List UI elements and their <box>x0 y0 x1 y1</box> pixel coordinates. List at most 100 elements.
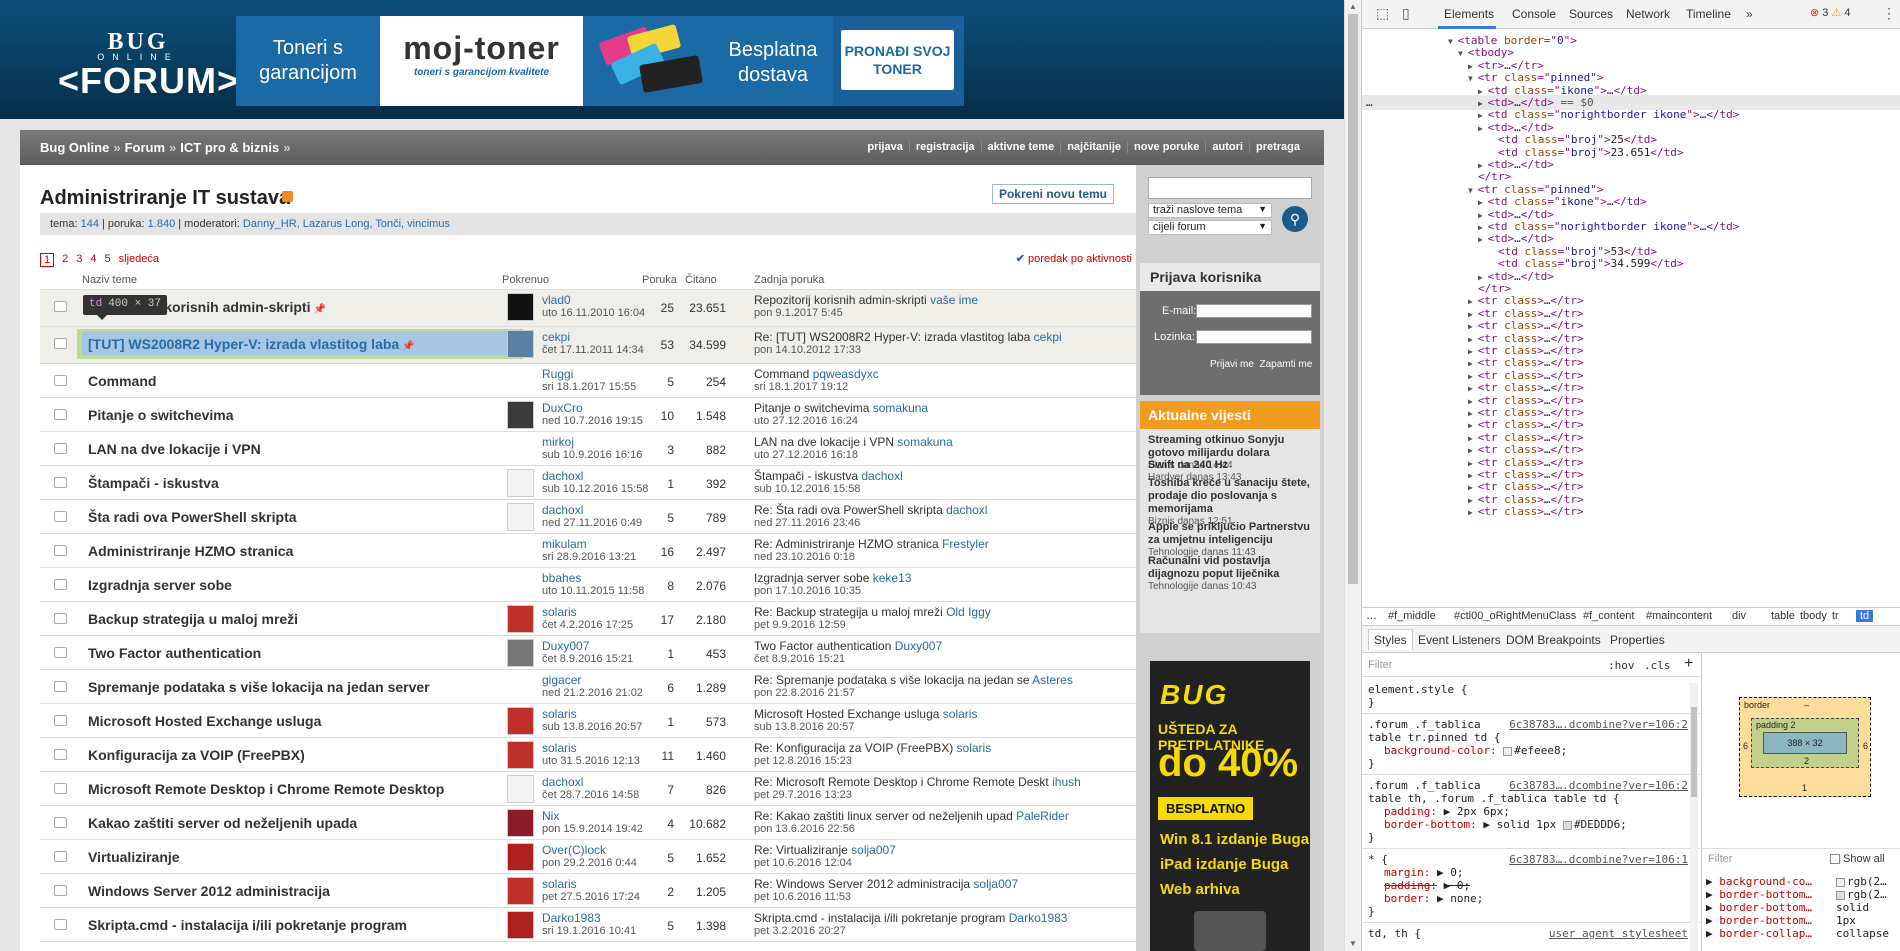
css-property[interactable]: padding: <box>1384 879 1437 892</box>
breadcrumb-bug-online[interactable]: Bug Online <box>40 140 109 155</box>
last-post[interactable]: Two Factor authentication Duxy007 <box>754 639 1134 653</box>
topic-title[interactable]: Virtualiziranje <box>88 849 180 865</box>
news-headline[interactable]: Toshiba kreće u sanaciju štete, prodaje … <box>1148 477 1316 516</box>
css-value[interactable]: #efeee8; <box>1514 744 1567 757</box>
color-swatch[interactable] <box>1562 820 1572 830</box>
topic-author[interactable]: dachoxl <box>542 503 583 517</box>
computed-property[interactable]: ▶ border-bottom… solid <box>1706 901 1900 915</box>
search-forum-select[interactable]: cijeli forum ▼ <box>1148 220 1272 235</box>
last-post-user[interactable]: pqweasdyxc <box>813 367 879 381</box>
avatar[interactable] <box>507 503 534 531</box>
show-all-checkbox[interactable]: Show all <box>1830 853 1885 865</box>
css-declaration[interactable]: border-bottom: ▶ solid 1px #DEDDD6; <box>1368 818 1698 832</box>
crumb-maincontent[interactable]: #maincontent <box>1646 610 1712 622</box>
avatar[interactable] <box>507 330 534 358</box>
tab-timeline[interactable]: Timeline <box>1686 7 1731 21</box>
expand-right-icon[interactable]: ▶ <box>1706 888 1719 901</box>
toner-ad-banner[interactable]: Toneri s garancijom moj-toner toneri s g… <box>236 16 964 106</box>
topic-title[interactable]: Kakao zaštiti server od neželjenih upada <box>88 815 357 831</box>
css-selector[interactable]: td, th {user agent stylesheet <box>1368 927 1698 941</box>
styles-scroll-thumb[interactable] <box>1691 707 1697 797</box>
tab-event-listeners[interactable]: Event Listeners <box>1418 633 1501 647</box>
css-property[interactable]: margin: <box>1384 866 1430 879</box>
css-selector[interactable]: } <box>1368 757 1698 771</box>
css-value[interactable]: ▶ none; <box>1437 892 1483 905</box>
css-declaration[interactable]: margin: ▶ 0; <box>1368 866 1698 880</box>
news-headline[interactable]: Streaming otkinuo Sonyju gotovo milijard… <box>1148 434 1316 460</box>
expand-right-icon[interactable]: ▶ <box>1468 508 1478 517</box>
css-source-link[interactable]: user agent stylesheet <box>1549 927 1688 941</box>
css-selector[interactable]: table tr.pinned td { <box>1368 731 1698 745</box>
hover-state-toggle[interactable]: :hov <box>1608 659 1635 672</box>
login-button[interactable]: Prijavi me <box>1210 359 1254 370</box>
last-post[interactable]: Skripta.cmd - instalacija i/ili pokretan… <box>754 911 1134 925</box>
avatar[interactable] <box>507 843 534 871</box>
last-post-user[interactable]: dachoxl <box>861 469 902 483</box>
nav-most-read[interactable]: najčitanije <box>1060 141 1127 153</box>
styles-filter-input[interactable]: Filter <box>1368 659 1392 671</box>
avatar[interactable] <box>507 639 534 667</box>
last-post-user[interactable]: keke13 <box>873 571 912 585</box>
css-selector[interactable]: .forum .f_tablica 6c38783….dcombine?ver=1… <box>1368 779 1698 793</box>
css-source-link[interactable]: 6c38783….dcombine?ver=106:2 <box>1509 718 1688 732</box>
topic-author[interactable]: Duxy007 <box>542 639 589 653</box>
col-reads[interactable]: Čitano <box>685 274 717 286</box>
nav-register[interactable]: registracija <box>908 141 981 153</box>
css-declaration[interactable]: padding: ▶ 2px 6px; <box>1368 805 1698 819</box>
avatar[interactable] <box>507 775 534 803</box>
topic-author[interactable]: Ruggi <box>542 367 573 381</box>
inspect-cursor-icon[interactable]: ⬚ <box>1376 5 1392 21</box>
last-post-user[interactable]: solaris <box>943 707 978 721</box>
color-swatch[interactable] <box>1503 746 1513 756</box>
expand-right-icon[interactable]: ▶ <box>1706 875 1719 888</box>
last-post-user[interactable]: Asteres <box>1032 673 1073 687</box>
computed-filter-input[interactable]: Filter <box>1708 853 1732 865</box>
avatar[interactable] <box>507 741 534 769</box>
page-next[interactable]: sljedeća <box>119 253 159 267</box>
scroll-down-icon[interactable]: ▼ <box>1349 939 1357 948</box>
topic-title[interactable]: Microsoft Remote Desktop i Chrome Remote… <box>88 781 444 797</box>
last-post[interactable]: Re: Backup strategija u maloj mreži Old … <box>754 605 1134 619</box>
css-property[interactable]: border: <box>1384 892 1430 905</box>
css-selector[interactable]: } <box>1368 831 1698 845</box>
nav-new-posts[interactable]: nove poruke <box>1127 141 1205 153</box>
crumb-tr[interactable]: tr <box>1832 610 1839 622</box>
nav-active-topics[interactable]: aktivne teme <box>980 141 1061 153</box>
last-post[interactable]: Re: Virtualiziranje solja007 <box>754 843 1134 857</box>
banner-cta-button[interactable]: PRONAĐI SVOJ TONER <box>841 30 954 90</box>
topic-title[interactable]: Skripta.cmd - instalacija i/ili pokretan… <box>88 917 407 933</box>
topic-author[interactable]: DuxCro <box>542 401 583 415</box>
col-name[interactable]: Naziv teme <box>82 274 137 286</box>
computed-property[interactable]: ▶ border-bottom… 1px <box>1706 914 1900 928</box>
crumb-tbody[interactable]: tbody <box>1800 610 1827 622</box>
page-4[interactable]: 4 <box>90 253 96 267</box>
topic-author[interactable]: dachoxl <box>542 469 583 483</box>
last-post[interactable]: LAN na dve lokacije i VPN somakuna <box>754 435 1134 449</box>
styles-scrollbar[interactable] <box>1690 683 1698 951</box>
scroll-thumb[interactable] <box>1348 14 1358 584</box>
last-post[interactable]: Re: Konfiguracija za VOIP (FreePBX) sola… <box>754 741 1134 755</box>
expand-right-icon[interactable]: ▶ <box>1706 914 1719 927</box>
computed-property[interactable]: ▶ background-co… rgb(2… <box>1706 875 1900 889</box>
topic-title[interactable]: LAN na dve lokacije i VPN <box>88 441 261 457</box>
remember-me[interactable]: Zapamti me <box>1259 359 1312 370</box>
nav-search[interactable]: pretraga <box>1248 141 1306 153</box>
page-5[interactable]: 5 <box>105 253 111 267</box>
news-headline[interactable]: Apple se priključio Partnerstvu za umjet… <box>1148 521 1316 547</box>
avatar[interactable] <box>507 401 534 429</box>
last-post-user[interactable]: PaleRider <box>1016 809 1069 823</box>
css-value[interactable]: #DEDDD6; <box>1574 818 1627 831</box>
last-post-user[interactable]: Darko1983 <box>1009 911 1068 925</box>
topic-author[interactable]: solaris <box>542 605 577 619</box>
tab-styles[interactable]: Styles <box>1368 629 1413 650</box>
topic-title[interactable]: Konfiguracija za VOIP (FreePBX) <box>88 747 305 763</box>
bug-subscription-ad[interactable]: BUG UŠTEDA ZA PRETPLATNIKE do 40% BESPLA… <box>1150 661 1310 951</box>
last-post-user[interactable]: somakuna <box>873 401 928 415</box>
topic-title[interactable]: Microsoft Hosted Exchange usluga <box>88 713 321 729</box>
bug-forum-logo[interactable]: BUG ONLINE <FORUM> <box>58 30 238 100</box>
meta-topics-count[interactable]: 144 <box>81 218 99 230</box>
dom-node[interactable]: ▶ <tr class>…</tr> <box>1362 504 1900 519</box>
tab-properties[interactable]: Properties <box>1610 633 1665 647</box>
last-post-user[interactable]: solja007 <box>851 843 896 857</box>
css-selector[interactable]: .forum .f_tablica 6c38783….dcombine?ver=1… <box>1368 718 1698 732</box>
